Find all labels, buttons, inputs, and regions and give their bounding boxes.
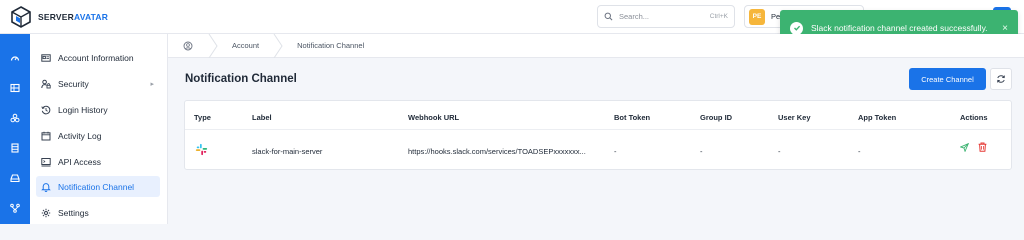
home-icon[interactable] <box>168 41 208 51</box>
cell-label: slack-for-main-server <box>252 147 323 156</box>
column-header-bot-token: Bot Token <box>614 113 651 122</box>
calendar-icon <box>41 131 51 140</box>
id-card-icon <box>41 53 51 62</box>
cell-bot-token: - <box>614 147 617 156</box>
notification-channel-table: Type Label Webhook URL Bot Token Group I… <box>184 100 1012 170</box>
sidebar-item-label: Security <box>58 78 89 89</box>
search-icon <box>604 12 613 21</box>
sidebar-item-activity-log[interactable]: Activity Log <box>36 125 160 146</box>
history-icon <box>41 105 51 114</box>
sidebar-item-security[interactable]: Security ▸ <box>36 73 160 94</box>
integrations-icon[interactable] <box>7 200 23 216</box>
toast-message: Slack notification channel created succe… <box>811 23 988 33</box>
sidebar-item-label: API Access <box>58 156 101 167</box>
breadcrumb-separator-icon <box>208 33 218 58</box>
table-divider <box>185 129 1011 130</box>
cell-group-id: - <box>700 147 703 156</box>
search-shortcut: Ctrl+K <box>709 13 728 20</box>
breadcrumb: Account Notification Channel <box>168 33 1024 58</box>
create-channel-button[interactable]: Create Channel <box>909 68 986 90</box>
sidebar-item-api-access[interactable]: API Access <box>36 151 160 172</box>
settings-sidebar: Account Information Security ▸ Login His… <box>30 34 168 224</box>
cell-user-key: - <box>778 147 781 156</box>
slack-icon <box>195 143 208 156</box>
send-test-icon[interactable] <box>960 143 969 152</box>
page-title: Notification Channel <box>185 73 297 85</box>
column-header-label: Label <box>252 113 272 122</box>
brand-name: SERVERAVATAR <box>38 12 109 22</box>
applications-icon[interactable] <box>7 110 23 126</box>
sidebar-item-label: Activity Log <box>58 130 102 141</box>
icon-rail <box>0 34 30 224</box>
sidebar-item-label: Account Information <box>58 52 134 63</box>
sidebar-item-notification-channel[interactable]: Notification Channel <box>36 176 160 197</box>
refresh-icon <box>997 75 1005 83</box>
column-header-type: Type <box>194 113 211 122</box>
search-placeholder: Search... <box>619 12 650 21</box>
column-header-app-token: App Token <box>858 113 897 122</box>
sidebar-item-label: Login History <box>58 104 108 115</box>
column-header-user-key: User Key <box>778 113 811 122</box>
check-circle-icon <box>790 21 803 35</box>
storage-icon[interactable] <box>7 170 23 186</box>
refresh-button[interactable] <box>990 68 1012 90</box>
database-icon[interactable] <box>7 140 23 156</box>
cell-webhook-url: https://hooks.slack.com/services/TOADSEP… <box>408 147 586 156</box>
column-header-group-id: Group ID <box>700 113 733 122</box>
column-header-actions: Actions <box>960 113 988 122</box>
user-lock-icon <box>41 79 51 88</box>
bell-icon <box>41 182 51 192</box>
search-input[interactable]: Search... Ctrl+K <box>597 5 735 28</box>
sidebar-item-account-information[interactable]: Account Information <box>36 47 160 68</box>
cell-app-token: - <box>858 147 861 156</box>
chevron-right-icon: ▸ <box>150 80 154 88</box>
serveravatar-logo-icon <box>11 6 31 28</box>
trash-icon[interactable] <box>978 142 987 152</box>
gear-icon <box>41 208 51 217</box>
breadcrumb-separator-icon <box>273 33 283 58</box>
servers-icon[interactable] <box>7 80 23 96</box>
sidebar-item-label: Notification Channel <box>58 181 135 192</box>
user-name: Pe <box>771 12 781 21</box>
sidebar-item-settings[interactable]: Settings <box>36 202 160 223</box>
breadcrumb-item-account[interactable]: Account <box>218 41 273 50</box>
sidebar-item-label: Settings <box>58 207 89 218</box>
avatar: PE <box>749 8 765 25</box>
brand-logo[interactable]: SERVERAVATAR <box>10 6 108 28</box>
terminal-icon <box>41 157 51 166</box>
dashboard-icon[interactable] <box>7 50 23 66</box>
close-icon[interactable]: × <box>1002 23 1008 34</box>
column-header-webhook-url: Webhook URL <box>408 113 460 122</box>
breadcrumb-item-current: Notification Channel <box>297 41 365 50</box>
sidebar-item-login-history[interactable]: Login History <box>36 99 160 120</box>
